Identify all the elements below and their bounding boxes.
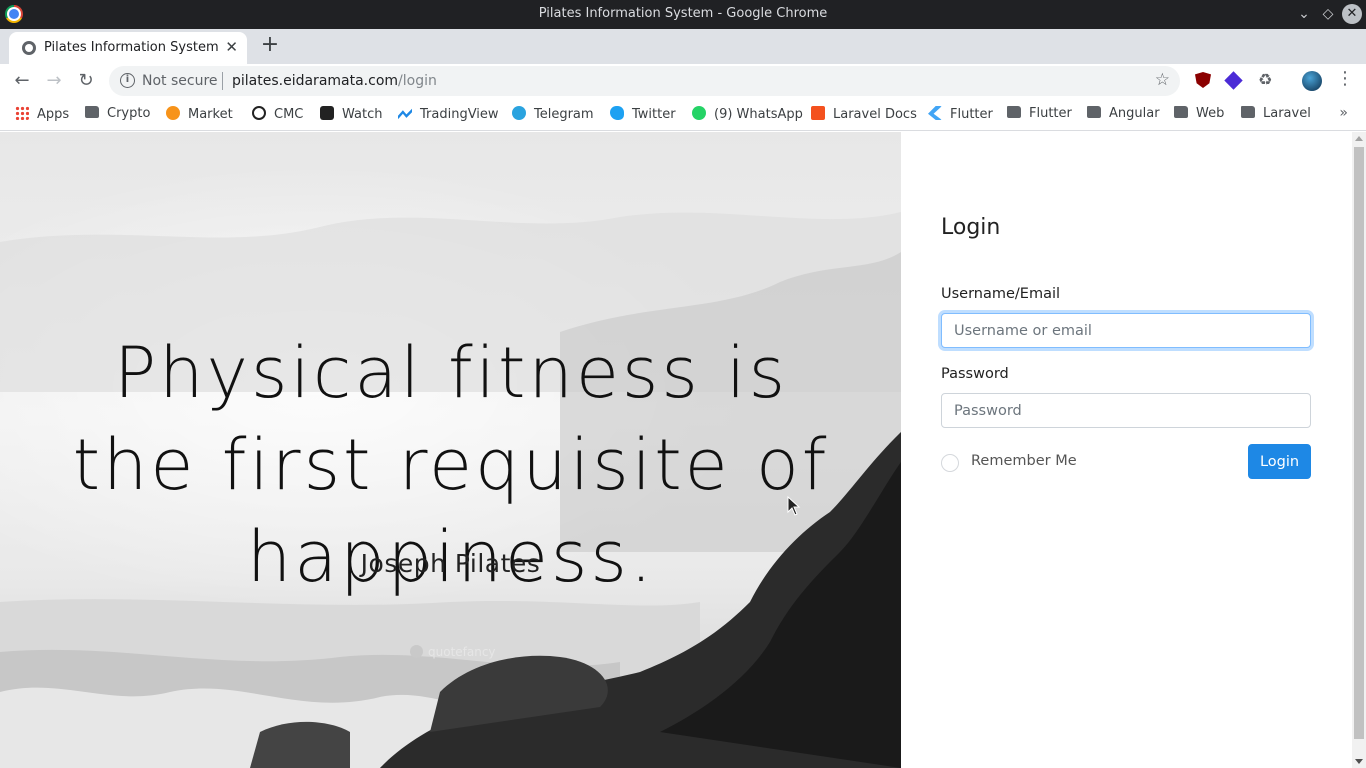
bookmark-apps[interactable]: Apps (15, 106, 69, 122)
bookmark-laravel-docs[interactable]: Laravel Docs (811, 106, 917, 122)
bookmark-twitter[interactable]: Twitter (610, 106, 676, 122)
bookmark-label: Angular (1109, 106, 1160, 121)
whatsapp-icon (692, 106, 706, 120)
bookmark-label: Laravel Docs (833, 107, 917, 122)
username-input[interactable] (941, 313, 1311, 348)
chrome-menu-button[interactable]: ⋮ (1336, 68, 1354, 89)
scrollbar-thumb[interactable] (1354, 147, 1364, 739)
tradingview-icon (398, 108, 412, 120)
bookmark-label: Web (1196, 106, 1225, 121)
globe-icon (22, 41, 36, 55)
tab-close-icon[interactable]: ✕ (225, 38, 238, 56)
telegram-icon (512, 106, 526, 120)
watermark: quotefancy (410, 645, 496, 659)
bookmark-label: Laravel (1263, 106, 1311, 121)
bookmark-label: Watch (342, 107, 383, 122)
bookmark-star-icon[interactable]: ☆ (1155, 70, 1170, 90)
folder-icon (85, 106, 99, 118)
url-text[interactable]: pilates.eidaramata.com/login (232, 73, 437, 89)
bookmark-folder-flutter[interactable]: Flutter (1007, 106, 1072, 121)
info-icon[interactable]: i (120, 73, 135, 88)
window-titlebar: Pilates Information System - Google Chro… (0, 0, 1366, 29)
back-button[interactable]: ← (10, 69, 34, 93)
bookmark-label: Flutter (950, 107, 993, 122)
watermark-text: quotefancy (428, 645, 496, 659)
bookmark-telegram[interactable]: Telegram (512, 106, 594, 122)
url-path: /login (398, 73, 437, 89)
browser-toolbar: ← → ↻ i Not secure pilates.eidaramata.co… (0, 64, 1366, 98)
bookmarks-overflow-button[interactable]: » (1339, 105, 1348, 121)
folder-icon (1007, 106, 1021, 118)
login-title: Login (941, 215, 1001, 240)
bookmarks-bar: Apps Crypto Market CMC Watch TradingView… (0, 98, 1366, 131)
scroll-up-arrow-icon[interactable] (1355, 136, 1363, 141)
bookmark-folder-laravel[interactable]: Laravel (1241, 106, 1311, 121)
password-input[interactable] (941, 393, 1311, 428)
bookmark-label: (9) WhatsApp (714, 107, 803, 122)
login-button[interactable]: Login (1248, 444, 1311, 479)
folder-icon (1174, 106, 1188, 118)
apps-grid-icon (15, 106, 29, 120)
forward-button[interactable]: → (42, 69, 66, 93)
tab-strip: Pilates Information System ✕ (0, 29, 1366, 64)
scroll-down-arrow-icon[interactable] (1355, 759, 1363, 764)
bookmark-flutter[interactable]: Flutter (928, 106, 993, 122)
twitter-icon (610, 106, 624, 120)
bookmark-label: Apps (37, 107, 70, 122)
new-tab-button[interactable]: + (258, 34, 282, 58)
bookmark-label: Twitter (632, 107, 676, 122)
page-content: Physical fitness is the first requisite … (0, 132, 1366, 768)
url-host: pilates.eidaramata.com (232, 73, 399, 89)
mouse-cursor-icon (787, 496, 801, 516)
close-window-button[interactable]: ✕ (1342, 4, 1362, 24)
bookmark-label: CMC (274, 107, 304, 122)
bookmark-tradingview[interactable]: TradingView (398, 106, 499, 122)
quote-hero-image: Physical fitness is the first requisite … (0, 132, 901, 768)
bookmark-label: Flutter (1029, 106, 1072, 121)
quote-author: Joseph Pilates (360, 549, 541, 578)
coinmarketcap-icon (252, 106, 266, 120)
password-label: Password (941, 366, 1009, 382)
quote-mark-icon (410, 645, 423, 658)
bookmark-watch[interactable]: Watch (320, 106, 382, 122)
security-status[interactable]: Not secure (142, 73, 218, 89)
reload-button[interactable]: ↻ (74, 69, 98, 93)
minimize-window-button[interactable]: ⌄ (1294, 4, 1314, 24)
bookmark-whatsapp[interactable]: (9) WhatsApp (692, 106, 803, 122)
folder-icon (1241, 106, 1255, 118)
folder-icon (1087, 106, 1101, 118)
laravel-icon (811, 106, 825, 120)
window-title: Pilates Information System - Google Chro… (538, 6, 828, 21)
bookmark-label: Telegram (534, 107, 594, 122)
watch-c-icon (320, 106, 334, 120)
profile-avatar[interactable] (1302, 71, 1322, 91)
recycle-icon[interactable]: ♻ (1258, 72, 1274, 88)
username-label: Username/Email (941, 286, 1061, 302)
bitcoin-icon (166, 106, 180, 120)
bookmark-cmc[interactable]: CMC (252, 106, 303, 122)
extension-diamond-icon[interactable] (1224, 71, 1243, 90)
remember-me-label[interactable]: Remember Me (971, 453, 1077, 469)
bookmark-folder-web[interactable]: Web (1174, 106, 1224, 121)
flutter-icon (928, 106, 942, 120)
tab-label: Pilates Information System (44, 40, 219, 55)
maximize-window-button[interactable]: ◇ (1318, 4, 1338, 24)
bookmark-label: Market (188, 107, 233, 122)
bookmark-label: TradingView (420, 107, 499, 122)
ublock-icon[interactable] (1195, 72, 1211, 88)
remember-me-radio[interactable] (941, 454, 959, 472)
bookmark-crypto[interactable]: Crypto (85, 106, 150, 121)
tab-pilates-information-system[interactable]: Pilates Information System ✕ (9, 32, 247, 64)
page-scrollbar[interactable] (1352, 132, 1366, 768)
address-separator (222, 72, 223, 90)
bookmark-folder-angular[interactable]: Angular (1087, 106, 1160, 121)
login-panel: Login Username/Email Password Remember M… (901, 132, 1352, 768)
bookmark-market[interactable]: Market (166, 106, 233, 122)
address-bar[interactable]: i Not secure pilates.eidaramata.com/logi… (109, 66, 1180, 96)
bookmark-label: Crypto (107, 106, 151, 121)
